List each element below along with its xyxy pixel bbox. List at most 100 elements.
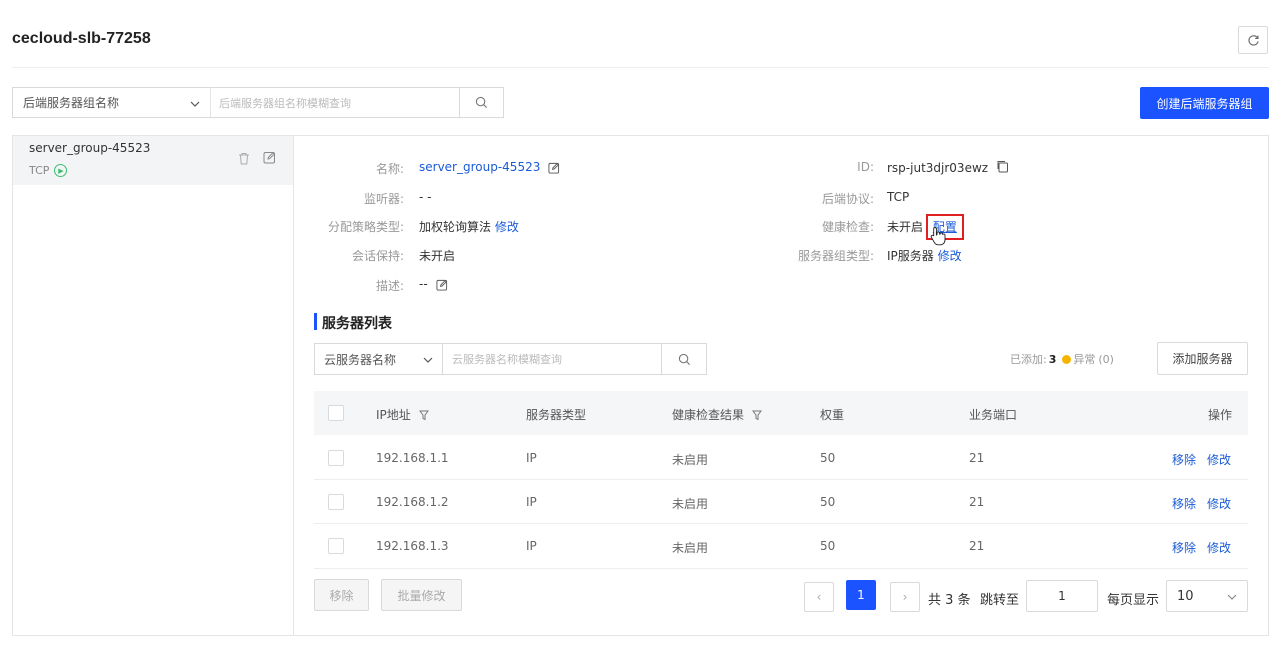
- search-icon: [678, 353, 690, 365]
- group-filter-select[interactable]: 后端服务器组名称: [12, 87, 210, 118]
- row-server-type: IP: [526, 451, 537, 465]
- chevron-down-icon: [423, 352, 433, 366]
- group-search-placeholder: 后端服务器组名称模糊查询: [219, 96, 351, 110]
- section-accent-bar: [314, 313, 317, 330]
- added-count: 3: [1048, 352, 1057, 366]
- sidebar-item-protocol-text: TCP: [29, 164, 50, 177]
- warning-dot-icon: [1062, 354, 1072, 364]
- id-value: rsp-jut3djr03ewz: [887, 161, 989, 175]
- batch-remove-button[interactable]: 移除: [314, 579, 369, 611]
- column-header-port: 业务端口: [969, 408, 1018, 422]
- refresh-icon: [1247, 34, 1259, 46]
- row-checkbox[interactable]: [328, 494, 344, 510]
- column-header-health-label: 健康检查结果: [672, 408, 745, 422]
- row-health: 未启用: [672, 497, 709, 511]
- id-label: ID:: [857, 160, 874, 174]
- jump-label: 跳转至: [980, 593, 1020, 608]
- jump-page-input[interactable]: 1: [1026, 580, 1098, 612]
- server-search-placeholder: 云服务器名称模糊查询: [452, 353, 562, 366]
- edit-name-icon[interactable]: [548, 160, 560, 174]
- abnormal-count: (0): [1098, 352, 1114, 366]
- server-filter-select[interactable]: 云服务器名称: [314, 343, 442, 375]
- column-header-health[interactable]: 健康检查结果: [672, 406, 762, 423]
- edit-icon[interactable]: [263, 151, 276, 167]
- row-remove-link[interactable]: 移除: [1172, 451, 1196, 468]
- row-ip: 192.168.1.2: [376, 495, 449, 509]
- select-all-checkbox[interactable]: [328, 405, 344, 421]
- abnormal-label: 异常: [1073, 353, 1096, 366]
- batch-edit-button[interactable]: 批量修改: [381, 579, 462, 611]
- next-page-button[interactable]: ›: [890, 582, 920, 612]
- filter-icon: [751, 410, 762, 421]
- header-divider: [12, 67, 1269, 68]
- chevron-down-icon: [190, 96, 200, 110]
- edit-strategy-link[interactable]: 修改: [495, 220, 519, 234]
- session-value: 未开启: [419, 249, 456, 263]
- per-page-select[interactable]: 10: [1166, 580, 1248, 612]
- search-icon: [475, 96, 488, 109]
- row-edit-link[interactable]: 修改: [1207, 451, 1231, 468]
- id-field: rsp-jut3djr03ewz: [887, 160, 1009, 176]
- hand-cursor-icon: [930, 226, 946, 249]
- page-1-button[interactable]: 1: [846, 580, 876, 610]
- row-remove-link[interactable]: 移除: [1172, 495, 1196, 512]
- added-label: 已添加:: [1010, 353, 1047, 366]
- group-type-label: 服务器组类型:: [797, 249, 874, 263]
- row-checkbox[interactable]: [328, 450, 344, 466]
- server-list-title: 服务器列表: [322, 316, 392, 332]
- description-field: --: [419, 277, 448, 291]
- row-edit-link[interactable]: 修改: [1207, 495, 1231, 512]
- backend-protocol-value: TCP: [887, 190, 910, 204]
- edit-group-type-link[interactable]: 修改: [938, 249, 962, 263]
- row-divider: [314, 568, 1248, 569]
- health-check-label: 健康检查:: [821, 220, 874, 234]
- session-label: 会话保持:: [351, 249, 404, 263]
- row-weight: 50: [820, 451, 836, 465]
- table-header: [314, 391, 1248, 435]
- group-type-value: IP服务器: [887, 249, 934, 263]
- group-type-field: IP服务器 修改: [887, 247, 962, 264]
- strategy-label: 分配策略类型:: [327, 220, 404, 234]
- refresh-button[interactable]: [1238, 26, 1268, 54]
- row-divider: [314, 523, 1248, 524]
- column-header-ip-label: IP地址: [376, 408, 411, 422]
- column-header-ip[interactable]: IP地址: [376, 406, 429, 423]
- filter-icon: [418, 410, 429, 421]
- server-search-button[interactable]: [661, 343, 707, 375]
- group-search-input[interactable]: 后端服务器组名称模糊查询: [210, 87, 460, 118]
- row-weight: 50: [820, 539, 836, 553]
- server-search-input[interactable]: 云服务器名称模糊查询: [442, 343, 662, 375]
- sidebar-item-name: server_group-45523: [29, 141, 151, 155]
- sidebar-item-protocol: TCP ▶: [29, 164, 68, 177]
- row-server-type: IP: [526, 539, 537, 553]
- column-header-actions: 操作: [1208, 408, 1233, 422]
- strategy-field: 加权轮询算法 修改: [419, 218, 519, 235]
- add-server-button[interactable]: 添加服务器: [1157, 342, 1248, 375]
- name-value[interactable]: server_group-45523: [419, 160, 540, 174]
- column-header-weight: 权重: [820, 408, 845, 422]
- chevron-down-icon: [1227, 589, 1237, 604]
- prev-page-button[interactable]: ‹: [804, 582, 834, 612]
- play-status-icon: ▶: [54, 164, 68, 177]
- description-label: 描述:: [375, 279, 404, 293]
- create-server-group-button[interactable]: 创建后端服务器组: [1140, 87, 1269, 119]
- per-page-label: 每页显示: [1107, 593, 1160, 608]
- column-header-server-type: 服务器类型: [526, 408, 587, 422]
- row-port: 21: [969, 495, 985, 509]
- added-summary: 已添加: 3 异常 (0): [1010, 351, 1114, 367]
- edit-description-icon[interactable]: [436, 277, 448, 291]
- group-search-button[interactable]: [459, 87, 504, 118]
- row-divider: [314, 479, 1248, 480]
- copy-icon[interactable]: [996, 160, 1009, 176]
- strategy-value: 加权轮询算法: [419, 220, 492, 234]
- row-health: 未启用: [672, 453, 709, 467]
- row-weight: 50: [820, 495, 836, 509]
- row-checkbox[interactable]: [328, 538, 344, 554]
- server-filter-select-value: 云服务器名称: [324, 352, 397, 367]
- row-server-type: IP: [526, 495, 537, 509]
- row-port: 21: [969, 539, 985, 553]
- row-remove-link[interactable]: 移除: [1172, 539, 1196, 556]
- row-edit-link[interactable]: 修改: [1207, 539, 1231, 556]
- delete-icon[interactable]: [238, 152, 250, 168]
- group-sidebar: [12, 135, 294, 636]
